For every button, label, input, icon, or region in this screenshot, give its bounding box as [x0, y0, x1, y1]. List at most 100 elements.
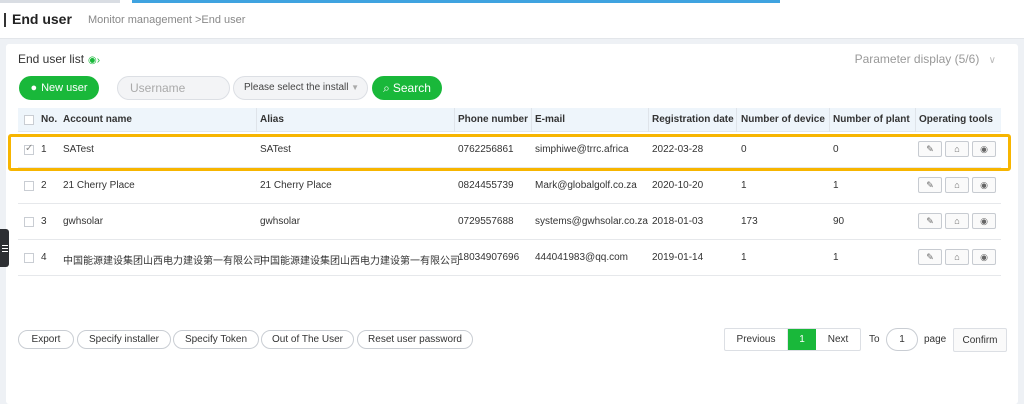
- col-separator: [829, 108, 830, 132]
- list-title: End user list ◉›: [18, 52, 100, 66]
- cell-account: gwhsolar: [63, 216, 104, 227]
- title-bar-accent: [4, 13, 6, 27]
- chevron-down-icon: ∨: [988, 55, 996, 66]
- cell-alias: 21 Cherry Place: [260, 180, 332, 191]
- previous-page-button[interactable]: Previous: [725, 329, 788, 350]
- parameter-count: (5/6): [954, 52, 980, 66]
- col-no: No.: [41, 114, 58, 125]
- cell-alias: gwhsolar: [260, 216, 301, 227]
- cell-reg-date: 2018-01-03: [652, 216, 704, 227]
- reset-password-button[interactable]: Reset user password: [357, 330, 473, 349]
- col-email: E-mail: [535, 114, 566, 125]
- table-row[interactable]: 4 中国能源建设集团山西电力建设第一有限公司 中国能源建设集团山西电力建设第一有…: [18, 240, 1001, 276]
- row-checkbox[interactable]: [24, 253, 34, 263]
- table-row[interactable]: 2 21 Cherry Place 21 Cherry Place 082445…: [18, 168, 1001, 204]
- table-header: No. Account name Alias Phone number E-ma…: [18, 108, 1001, 132]
- view-icon[interactable]: ◉: [972, 213, 996, 229]
- new-user-button[interactable]: ● New user: [19, 76, 99, 100]
- page-title: End user: [12, 11, 72, 27]
- user-icon: ●: [30, 82, 38, 94]
- home-icon[interactable]: ⌂: [945, 213, 969, 229]
- cell-email: Mark@globalgolf.co.za: [535, 180, 637, 191]
- breadcrumb: Monitor management >End user: [88, 14, 246, 26]
- cell-account: 21 Cherry Place: [63, 180, 135, 191]
- table-row[interactable]: 1 SATest SATest 0762256861 simphiwe@trrc…: [18, 132, 1001, 168]
- cell-no: 3: [41, 216, 47, 227]
- to-label: To: [869, 334, 880, 345]
- view-icon[interactable]: ◉: [972, 177, 996, 193]
- cell-phone: 18034907696: [458, 252, 520, 263]
- confirm-button[interactable]: Confirm: [953, 328, 1007, 352]
- parameter-display[interactable]: Parameter display (5/6) ∨: [855, 52, 996, 66]
- select-all-checkbox[interactable]: [24, 115, 34, 125]
- view-icon[interactable]: ◉: [972, 249, 996, 265]
- export-button[interactable]: Export: [18, 330, 74, 349]
- cell-no: 2: [41, 180, 47, 191]
- edit-icon[interactable]: ✎: [918, 213, 942, 229]
- col-plants: Number of plant: [833, 114, 910, 125]
- col-separator: [256, 108, 257, 132]
- row-checkbox[interactable]: [24, 181, 34, 191]
- cell-reg-date: 2022-03-28: [652, 144, 704, 155]
- search-button[interactable]: ⌕ Search: [372, 76, 442, 100]
- col-separator: [915, 108, 916, 132]
- search-icon: ⌕: [383, 80, 390, 95]
- new-user-label: New user: [41, 82, 88, 94]
- cell-devices: 1: [741, 180, 747, 191]
- row-tools: ✎ ⌂ ◉: [918, 249, 996, 265]
- col-account: Account name: [63, 114, 132, 125]
- col-separator: [531, 108, 532, 132]
- home-icon[interactable]: ⌂: [945, 177, 969, 193]
- install-select-value: Please select the install: [244, 82, 349, 93]
- end-user-card: End user list ◉› Parameter display (5/6) …: [6, 44, 1018, 404]
- page-header: End user Monitor management >End user: [0, 3, 1024, 39]
- view-icon[interactable]: ◉: [972, 141, 996, 157]
- cell-email: 444041983@qq.com: [535, 252, 628, 263]
- cell-phone: 0762256861: [458, 144, 514, 155]
- home-icon[interactable]: ⌂: [945, 249, 969, 265]
- parameter-display-label: Parameter display: [854, 52, 952, 66]
- row-checkbox[interactable]: [24, 217, 34, 227]
- home-icon[interactable]: ⌂: [945, 141, 969, 157]
- out-of-user-button[interactable]: Out of The User: [261, 330, 354, 349]
- col-separator: [648, 108, 649, 132]
- search-label: Search: [392, 81, 431, 95]
- edit-icon[interactable]: ✎: [918, 141, 942, 157]
- cell-reg-date: 2020-10-20: [652, 180, 704, 191]
- cell-plants: 1: [833, 180, 839, 191]
- cell-account: 中国能源建设集团山西电力建设第一有限公司: [63, 256, 263, 267]
- list-title-text: End user list: [18, 52, 85, 66]
- cell-devices: 0: [741, 144, 747, 155]
- col-separator: [736, 108, 737, 132]
- specify-token-button[interactable]: Specify Token: [173, 330, 259, 349]
- menu-icon[interactable]: [0, 229, 9, 267]
- chevron-down-icon: ▼: [351, 83, 359, 92]
- menu-line: [1, 244, 8, 246]
- row-tools: ✎ ⌂ ◉: [918, 213, 996, 229]
- specify-installer-button[interactable]: Specify installer: [77, 330, 171, 349]
- cell-alias: 中国能源建设集团山西电力建设第一有限公司: [260, 256, 460, 267]
- install-select[interactable]: Please select the install ▼: [233, 76, 368, 100]
- pagination: Previous 1 Next: [724, 328, 861, 351]
- edit-icon[interactable]: ✎: [918, 177, 942, 193]
- page-input[interactable]: 1: [886, 328, 918, 351]
- cell-account: SATest: [63, 144, 94, 155]
- cell-alias: SATest: [260, 144, 291, 155]
- username-input[interactable]: Username: [117, 76, 230, 100]
- cell-email: systems@gwhsolar.co.za: [535, 216, 648, 227]
- page-number-current[interactable]: 1: [788, 329, 816, 350]
- cell-no: 1: [41, 144, 47, 155]
- next-page-button[interactable]: Next: [816, 329, 860, 350]
- col-phone: Phone number: [458, 114, 529, 125]
- row-checkbox[interactable]: [24, 143, 34, 155]
- table-row[interactable]: 3 gwhsolar gwhsolar 0729557688 systems@g…: [18, 204, 1001, 240]
- user-table: No. Account name Alias Phone number E-ma…: [18, 108, 1001, 276]
- eye-icon[interactable]: ◉›: [88, 55, 100, 66]
- cell-phone: 0824455739: [458, 180, 514, 191]
- row-tools: ✎ ⌂ ◉: [918, 141, 996, 157]
- menu-line: [1, 250, 8, 252]
- edit-icon[interactable]: ✎: [918, 249, 942, 265]
- cell-devices: 1: [741, 252, 747, 263]
- col-separator: [454, 108, 455, 132]
- col-reg-date: Registration date: [652, 114, 734, 125]
